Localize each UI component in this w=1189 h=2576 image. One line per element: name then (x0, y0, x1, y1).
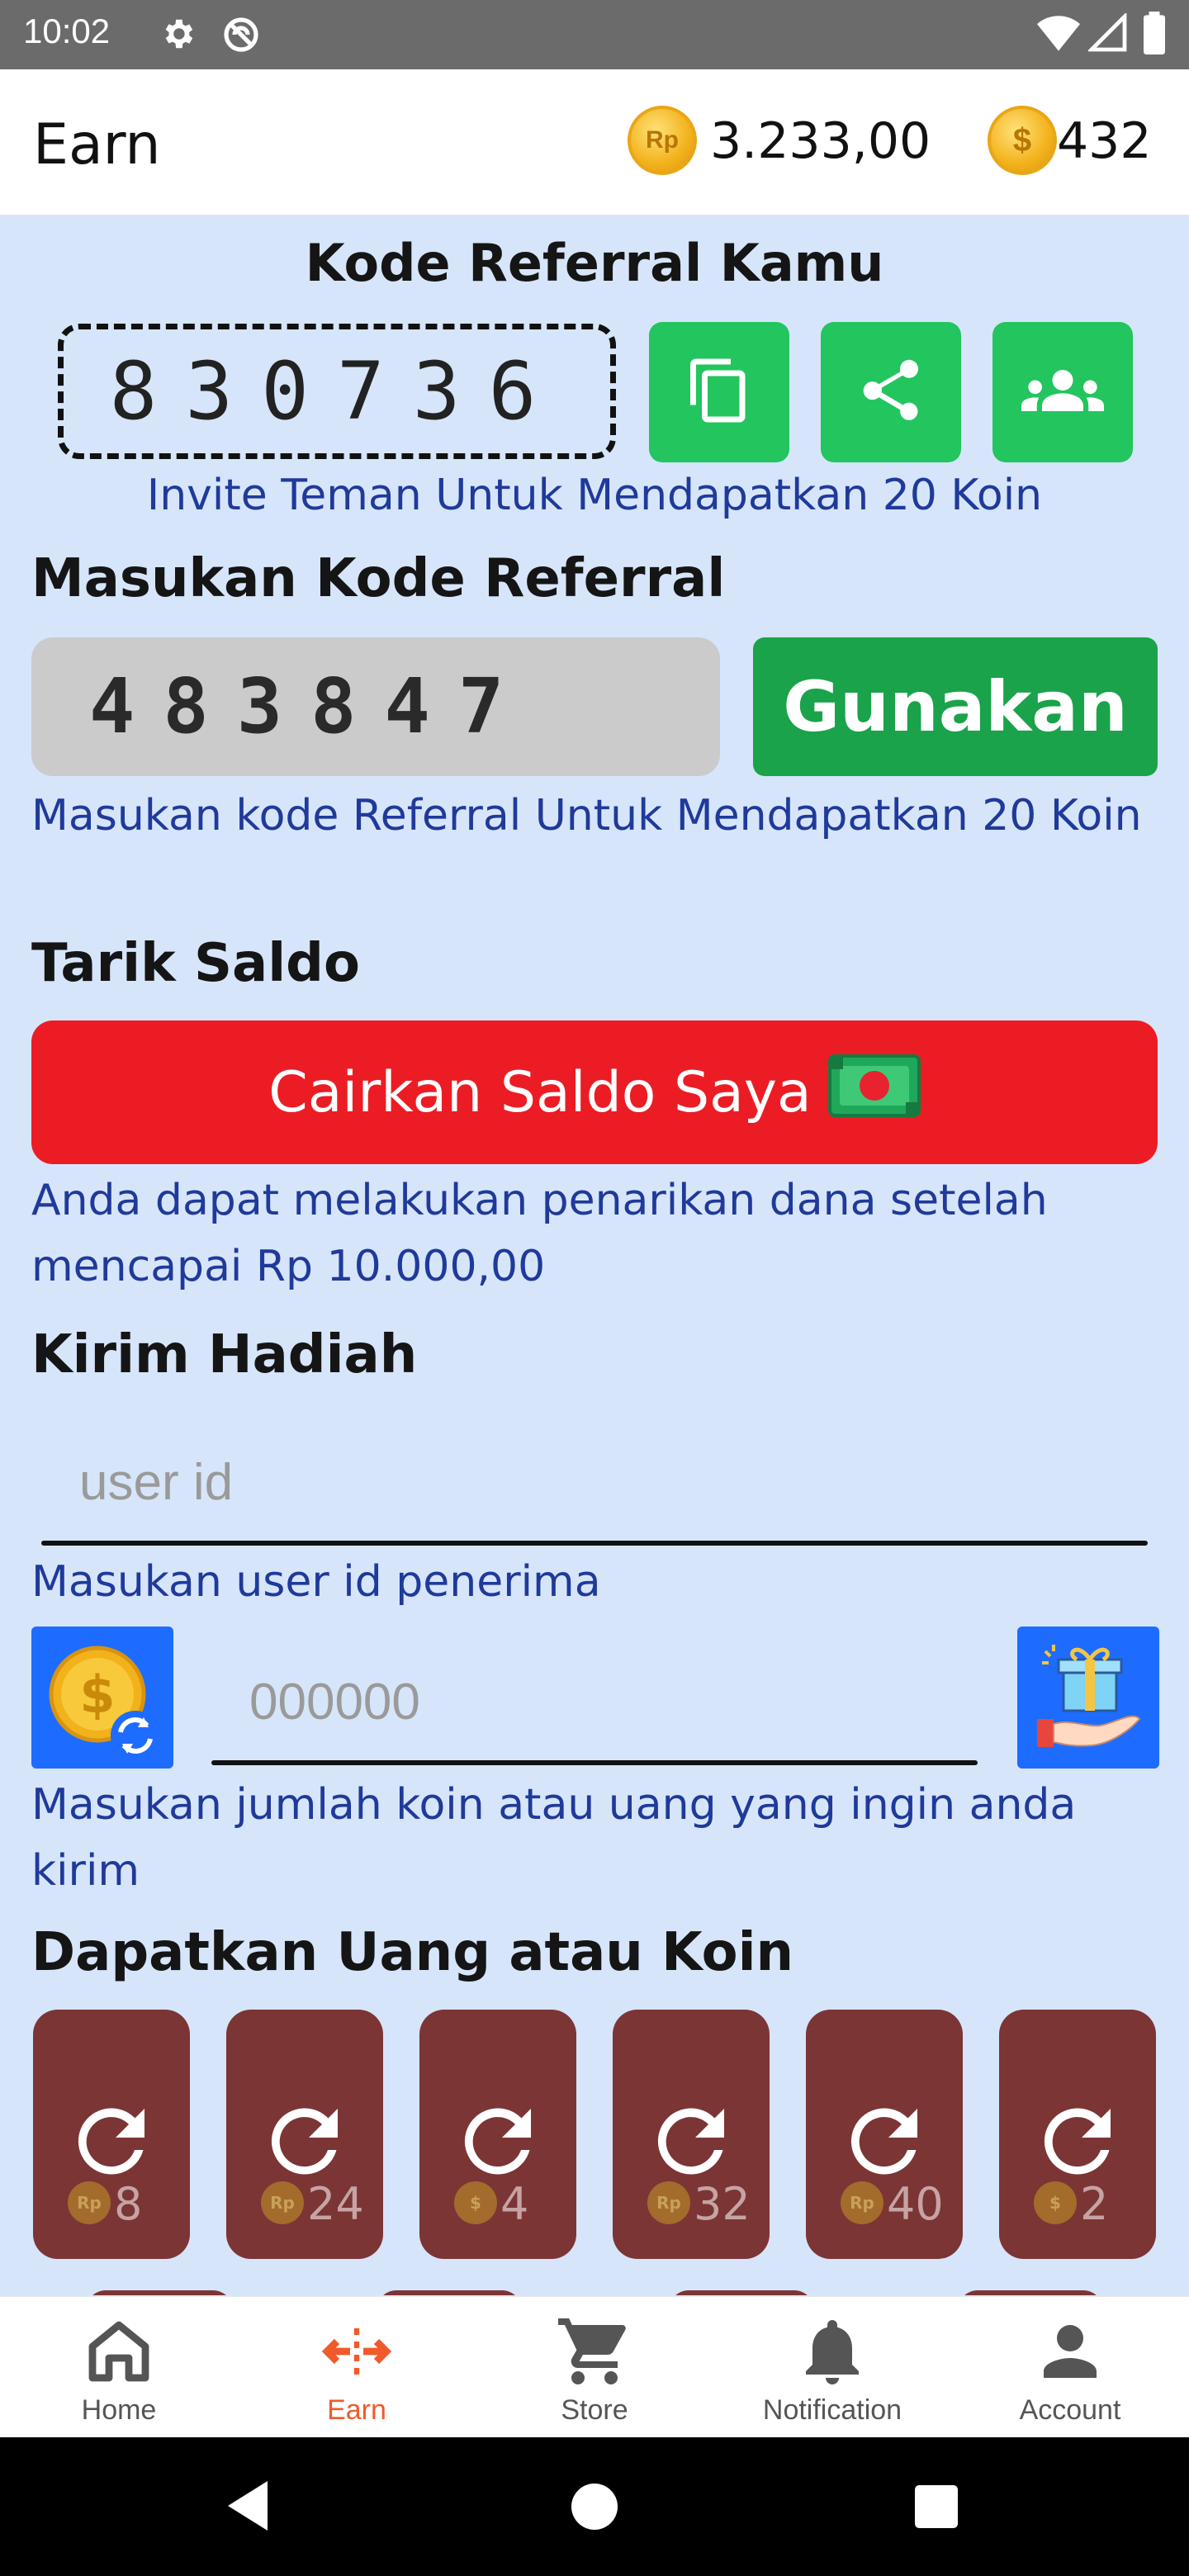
nav-label: Store (561, 2394, 628, 2426)
coin-exchange-icon: $ (31, 1646, 173, 1772)
refresh-icon (448, 2092, 547, 2195)
withdraw-button-label: Cairkan Saldo Saya (268, 1059, 812, 1125)
app-bar: Earn Rp 3.233,00 $ 432 (0, 69, 1189, 215)
withdraw-heading: Tarik Saldo (31, 933, 360, 994)
enter-referral-heading: Masukan Kode Referral (31, 548, 726, 609)
nav-label: Account (1019, 2394, 1121, 2426)
tile-currency-icon: Rp (261, 2181, 304, 2224)
tile-value: 32 (694, 2178, 751, 2230)
bottom-nav: Home Earn Store Notification Account (0, 2295, 1189, 2437)
tile-currency-icon: $ (454, 2181, 497, 2224)
group-icon (1021, 349, 1104, 435)
share-code-button[interactable] (821, 322, 961, 462)
nav-home[interactable]: Home (0, 2297, 238, 2439)
money-balance: 3.233,00 (710, 112, 931, 170)
user-id-input[interactable]: user id (79, 1453, 233, 1512)
refresh-icon (62, 2092, 161, 2195)
withdraw-hint: Anda dapat melakukan penarikan dana sete… (31, 1176, 1048, 1291)
coin-exchange-toggle[interactable]: $ (31, 1627, 173, 1769)
earn-tile[interactable]: Rp 8 (33, 2010, 190, 2259)
signal-icon (1087, 12, 1128, 56)
nav-earn[interactable]: Earn (238, 2297, 476, 2439)
recents-icon[interactable] (915, 2485, 958, 2531)
nav-store[interactable]: Store (476, 2297, 713, 2439)
vpn-icon (221, 15, 261, 58)
user-id-hint: Masukan user id penerima (31, 1557, 601, 1607)
tile-currency-icon: $ (1034, 2181, 1077, 2224)
gift-heading: Kirim Hadiah (31, 1324, 418, 1385)
back-icon[interactable] (223, 2479, 272, 2536)
status-bar: 10:02 (0, 0, 1189, 69)
withdraw-button[interactable]: Cairkan Saldo Saya (31, 1020, 1158, 1164)
svg-text:$: $ (79, 1664, 115, 1725)
system-navigation-bar (0, 2437, 1189, 2576)
copy-code-button[interactable] (649, 322, 789, 462)
referral-heading: Kode Referral Kamu (305, 233, 884, 293)
referral-code-input[interactable]: 483847 (31, 637, 720, 776)
tile-value: 24 (307, 2178, 364, 2230)
nav-label: Earn (327, 2394, 386, 2426)
earn-icon (317, 2312, 396, 2391)
refresh-icon (1028, 2092, 1127, 2195)
money-bill-icon (827, 1051, 921, 1134)
referred-friends-button[interactable] (992, 322, 1133, 462)
earn-tile[interactable]: Rp 40 (806, 2010, 963, 2259)
bell-icon (793, 2312, 872, 2391)
home-circle-icon[interactable] (571, 2484, 618, 2533)
tile-value: 2 (1080, 2178, 1109, 2230)
page-title: Earn (33, 112, 161, 178)
tile-value: 8 (114, 2178, 143, 2230)
share-icon (855, 354, 927, 430)
cart-icon (555, 2312, 634, 2391)
copy-icon (685, 356, 754, 429)
settings-gear-icon (159, 15, 197, 56)
tile-currency-icon: Rp (841, 2181, 883, 2224)
earn-tile[interactable]: $ 4 (419, 2010, 576, 2259)
battery-icon (1143, 12, 1166, 58)
coin-balance: 432 (1057, 112, 1152, 170)
nav-label: Home (81, 2394, 157, 2426)
use-code-button[interactable]: Gunakan (753, 637, 1158, 776)
earn-tile[interactable]: $ 2 (999, 2010, 1156, 2259)
nav-notification[interactable]: Notification (713, 2297, 951, 2439)
send-gift-button[interactable] (1017, 1627, 1159, 1769)
tile-currency-icon: Rp (647, 2181, 690, 2224)
earn-tile[interactable]: Rp 32 (613, 2010, 770, 2259)
amount-input[interactable]: 000000 (249, 1673, 420, 1731)
status-time: 10:02 (23, 12, 111, 50)
amount-underline (211, 1760, 978, 1765)
nav-label: Notification (762, 2394, 902, 2426)
enter-referral-hint: Masukan kode Referral Untuk Mendapatkan … (31, 791, 1142, 841)
coin-icon: $ (988, 106, 1057, 175)
invite-hint: Invite Teman Untuk Mendapatkan 20 Koin (146, 471, 1043, 520)
earn-heading: Dapatkan Uang atau Koin (31, 1922, 794, 1983)
gift-hand-icon (1017, 1645, 1159, 1772)
nav-account[interactable]: Account (951, 2297, 1189, 2439)
person-icon (1030, 2312, 1110, 2391)
tile-currency-icon: Rp (68, 2181, 111, 2224)
user-id-underline (41, 1541, 1148, 1546)
amount-hint: Masukan jumlah koin atau uang yang ingin… (31, 1780, 1077, 1896)
tile-value: 40 (887, 2178, 944, 2230)
earn-tile[interactable]: Rp 24 (226, 2010, 383, 2259)
tile-value: 4 (500, 2178, 529, 2230)
my-referral-code: 830736 (58, 324, 616, 459)
home-icon (79, 2312, 159, 2391)
wifi-icon (1037, 13, 1080, 56)
rupiah-coin-icon: Rp (628, 106, 697, 175)
